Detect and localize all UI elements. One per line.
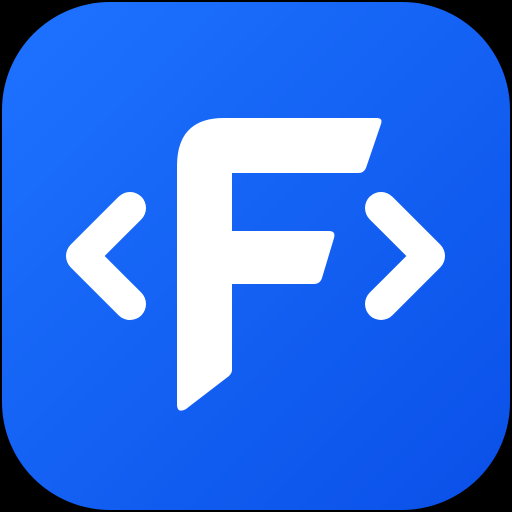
app-icon-artwork <box>2 2 510 510</box>
app-icon <box>0 0 512 512</box>
